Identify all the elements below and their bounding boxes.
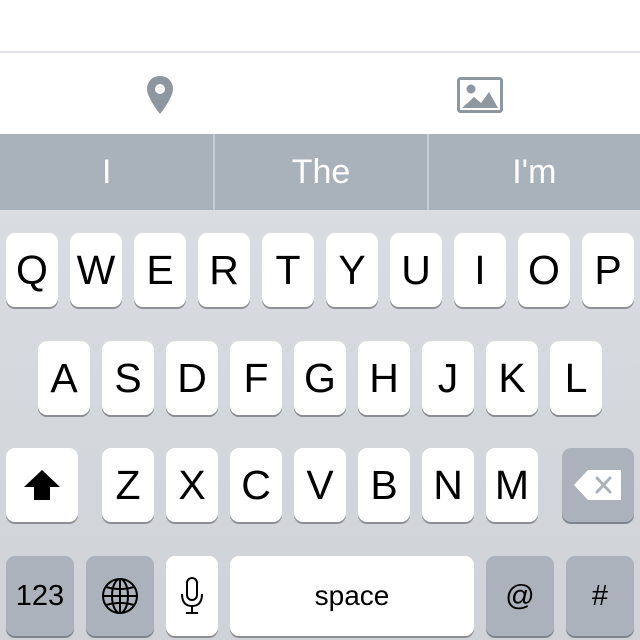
suggestion-2[interactable]: The xyxy=(213,134,426,210)
add-location-button[interactable] xyxy=(136,73,184,117)
key-i[interactable]: I xyxy=(454,233,506,307)
at-label: @ xyxy=(505,579,535,612)
key-label: C xyxy=(241,461,271,508)
key-label: Q xyxy=(16,246,48,293)
numbers-key[interactable]: 123 xyxy=(6,556,74,636)
compose-text-area[interactable] xyxy=(0,0,640,53)
space-label: space xyxy=(314,580,390,611)
globe-icon xyxy=(102,578,138,614)
key-h[interactable]: H xyxy=(358,341,410,415)
hash-key[interactable]: # xyxy=(566,556,634,636)
key-v[interactable]: V xyxy=(294,448,346,522)
key-label: L xyxy=(564,354,588,401)
key-z[interactable]: Z xyxy=(102,448,154,522)
key-e[interactable]: E xyxy=(134,233,186,307)
globe-key[interactable] xyxy=(86,556,154,636)
key-x[interactable]: X xyxy=(166,448,218,522)
at-key[interactable]: @ xyxy=(486,556,554,636)
key-label: Y xyxy=(338,246,366,293)
suggestion-1[interactable]: I xyxy=(0,134,213,210)
photo-icon xyxy=(457,77,503,113)
key-label: F xyxy=(243,354,269,401)
key-label: U xyxy=(401,246,431,293)
key-j[interactable]: J xyxy=(422,341,474,415)
key-label: H xyxy=(369,354,399,401)
microphone-icon xyxy=(181,577,203,614)
key-label: N xyxy=(433,461,463,508)
key-o[interactable]: O xyxy=(518,233,570,307)
key-b[interactable]: B xyxy=(358,448,410,522)
keyboard: Q W E R T Y U I O P A S D F G H J K L Z … xyxy=(0,210,640,640)
key-label: M xyxy=(494,461,530,508)
key-label: G xyxy=(304,354,336,401)
space-key[interactable]: space xyxy=(230,556,474,636)
predictive-suggestion-bar: I The I'm xyxy=(0,134,640,210)
key-p[interactable]: P xyxy=(582,233,634,307)
add-photo-button[interactable] xyxy=(456,73,504,117)
key-m[interactable]: M xyxy=(486,448,538,522)
key-label: S xyxy=(114,354,142,401)
key-label: Z xyxy=(115,461,141,508)
key-label: I xyxy=(474,246,486,293)
key-c[interactable]: C xyxy=(230,448,282,522)
key-u[interactable]: U xyxy=(390,233,442,307)
key-r[interactable]: R xyxy=(198,233,250,307)
key-w[interactable]: W xyxy=(70,233,122,307)
key-label: O xyxy=(528,246,560,293)
delete-key[interactable] xyxy=(562,448,634,522)
hash-label: # xyxy=(591,579,609,612)
key-label: J xyxy=(437,354,459,401)
key-label: D xyxy=(177,354,207,401)
key-label: P xyxy=(594,246,622,293)
attachment-bar xyxy=(0,53,640,134)
key-label: W xyxy=(76,246,116,293)
key-a[interactable]: A xyxy=(38,341,90,415)
numbers-label: 123 xyxy=(15,579,65,612)
key-label: A xyxy=(50,354,78,401)
shift-key[interactable] xyxy=(6,448,78,522)
key-label: E xyxy=(146,246,174,293)
key-s[interactable]: S xyxy=(102,341,154,415)
key-g[interactable]: G xyxy=(294,341,346,415)
key-t[interactable]: T xyxy=(262,233,314,307)
key-label: T xyxy=(275,246,301,293)
key-y[interactable]: Y xyxy=(326,233,378,307)
key-label: V xyxy=(306,461,334,508)
key-label: B xyxy=(370,461,398,508)
key-label: R xyxy=(209,246,239,293)
key-d[interactable]: D xyxy=(166,341,218,415)
location-pin-icon xyxy=(147,76,173,114)
key-q[interactable]: Q xyxy=(6,233,58,307)
key-k[interactable]: K xyxy=(486,341,538,415)
shift-arrow-icon xyxy=(24,470,60,500)
suggestion-3[interactable]: I'm xyxy=(426,134,640,210)
key-label: K xyxy=(498,354,526,401)
key-l[interactable]: L xyxy=(550,341,602,415)
key-label: X xyxy=(178,461,206,508)
key-n[interactable]: N xyxy=(422,448,474,522)
delete-backspace-icon xyxy=(574,470,621,500)
dictation-key[interactable] xyxy=(166,556,218,636)
key-f[interactable]: F xyxy=(230,341,282,415)
